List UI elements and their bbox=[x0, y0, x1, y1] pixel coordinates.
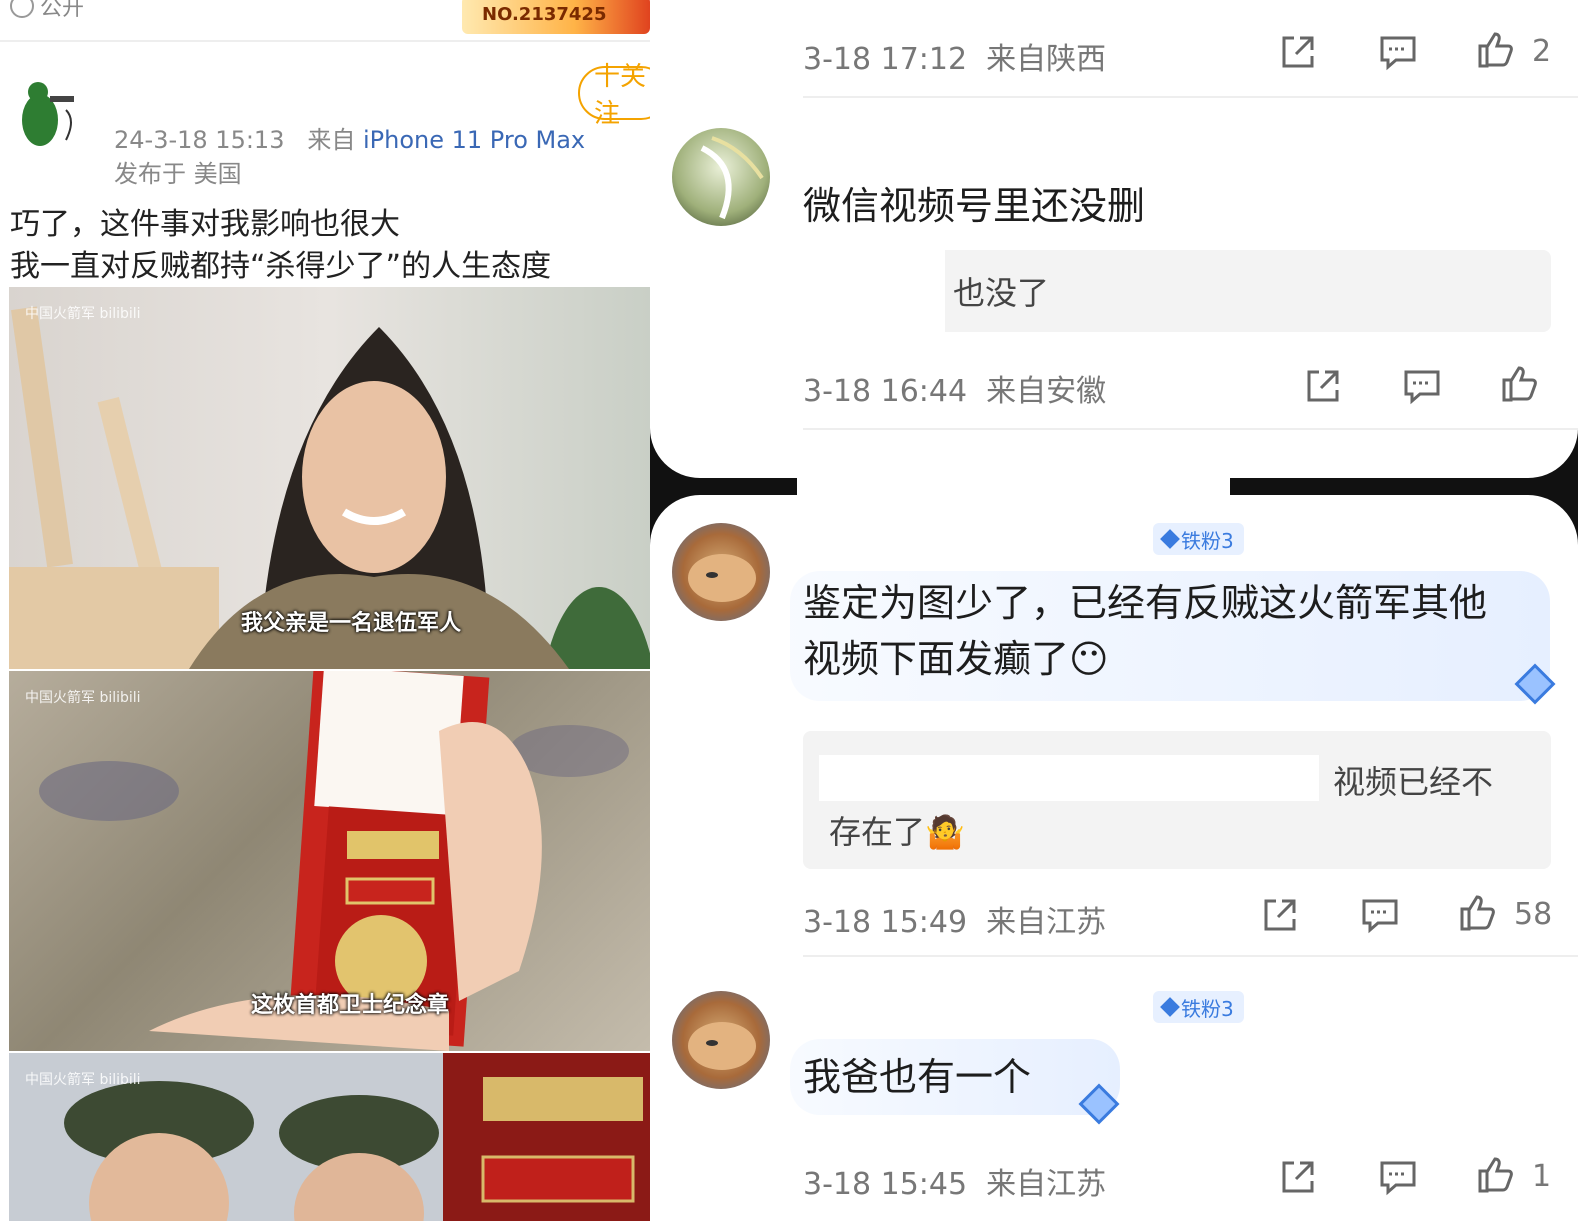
video-watermark: 中国火箭军 bilibili bbox=[25, 306, 141, 322]
comment-time: 3-18 15:45 bbox=[803, 1167, 968, 1202]
weibo-post-panel: 公开 NO.2137425 十关注 24-3-18 15:13 来自 iPhon… bbox=[0, 0, 650, 1221]
video-subtitle: 这枚首都卫士纪念章 bbox=[251, 993, 450, 1018]
post-timestamp: 24-3-18 15:13 bbox=[114, 126, 285, 154]
comment-text: 微信视频号里还没删 bbox=[803, 184, 1146, 228]
diamond-icon bbox=[1160, 529, 1180, 549]
reply-text: 也没了 bbox=[953, 274, 1050, 312]
comment-text-line: 视频下面发癫了😶 bbox=[803, 637, 1109, 681]
comment-icon[interactable] bbox=[1402, 366, 1442, 406]
comment-meta: 3-18 17:12 来自陕西 bbox=[803, 34, 1106, 78]
comment-meta: 3-18 15:49 来自江苏 bbox=[803, 897, 1106, 941]
comment-icon[interactable] bbox=[1360, 895, 1400, 935]
comments-panel-top: 3-18 17:12 来自陕西 2 微信视频号里还没删 也没了 3-18 16:… bbox=[650, 0, 1578, 478]
comment-region: 来自江苏 bbox=[986, 905, 1107, 940]
share-icon[interactable] bbox=[1260, 895, 1300, 935]
panel-gap bbox=[797, 478, 1230, 495]
badge-number: NO.2137425 bbox=[482, 4, 607, 25]
comment-region: 来自安徽 bbox=[986, 374, 1107, 409]
comment-time: 3-18 16:44 bbox=[803, 374, 968, 409]
fan-badge: 铁粉3 bbox=[1153, 991, 1244, 1023]
post-location: 发布于 美国 bbox=[114, 160, 242, 188]
share-icon[interactable] bbox=[1278, 1157, 1318, 1197]
comment-text: 鉴定为图少了，已经有反贼这火箭军其他 视频下面发癫了😶 bbox=[803, 575, 1487, 687]
post-text-line: 我一直对反贼都持“杀得少了”的人生态度 bbox=[10, 249, 552, 284]
comment-region: 来自陕西 bbox=[986, 42, 1107, 77]
divider bbox=[803, 96, 1578, 98]
thumbs-up-icon[interactable] bbox=[1458, 893, 1498, 933]
video-watermark: 中国火箭军 bilibili bbox=[25, 690, 141, 706]
divider bbox=[803, 955, 1578, 957]
share-icon[interactable] bbox=[1278, 32, 1318, 72]
share-icon[interactable] bbox=[1303, 366, 1343, 406]
fan-number-badge[interactable]: NO.2137425 bbox=[462, 0, 650, 34]
fan-badge-label: 铁粉3 bbox=[1181, 528, 1234, 553]
comment-icon[interactable] bbox=[1378, 32, 1418, 72]
video-watermark: 中国火箭军 bilibili bbox=[25, 1072, 141, 1088]
privacy-indicator: 公开 bbox=[10, 0, 84, 22]
post-image[interactable]: 中国火箭军 bilibili bbox=[9, 1053, 650, 1221]
divider bbox=[803, 428, 1578, 430]
privacy-label: 公开 bbox=[40, 0, 85, 21]
diamond-icon bbox=[1160, 997, 1180, 1017]
comment-region: 来自江苏 bbox=[986, 1167, 1107, 1202]
comment-text-line: 鉴定为图少了，已经有反贼这火箭军其他 bbox=[803, 581, 1488, 625]
comment-meta: 3-18 15:45 来自江苏 bbox=[803, 1159, 1106, 1203]
device-link[interactable]: iPhone 11 Pro Max bbox=[363, 126, 585, 154]
comment-time: 3-18 15:49 bbox=[803, 905, 968, 940]
post-image[interactable]: 中国火箭军 bilibili 这枚首都卫士纪念章 bbox=[9, 671, 650, 1051]
from-label: 来自 bbox=[307, 126, 356, 154]
post-text: 巧了，这件事对我影响也很大 我一直对反贼都持“杀得少了”的人生态度 bbox=[10, 204, 551, 288]
like-count: 1 bbox=[1532, 1159, 1552, 1194]
avatar[interactable] bbox=[672, 991, 770, 1089]
thumbs-up-icon[interactable] bbox=[1500, 364, 1540, 404]
comment-meta: 3-18 16:44 来自安徽 bbox=[803, 366, 1106, 410]
post-meta: 24-3-18 15:13 来自 iPhone 11 Pro Max bbox=[114, 120, 585, 155]
divider bbox=[0, 40, 650, 42]
avatar[interactable] bbox=[672, 523, 770, 621]
fan-badge: 铁粉3 bbox=[1153, 523, 1244, 555]
redacted-name bbox=[819, 755, 1319, 801]
redacted-name bbox=[803, 250, 945, 332]
reply-box[interactable]: 视频已经不 存在了🤷 bbox=[803, 731, 1551, 869]
thumbs-up-icon[interactable] bbox=[1476, 30, 1516, 70]
post-text-line: 巧了，这件事对我影响也很大 bbox=[10, 207, 400, 242]
diamond-decoration-icon bbox=[1514, 663, 1556, 705]
reply-text-line: 存在了🤷 bbox=[829, 813, 965, 851]
comment-icon[interactable] bbox=[1378, 1157, 1418, 1197]
thumbs-up-icon[interactable] bbox=[1476, 1155, 1516, 1195]
avatar[interactable] bbox=[10, 70, 90, 150]
like-count: 58 bbox=[1514, 897, 1553, 932]
avatar[interactable] bbox=[672, 128, 770, 226]
globe-icon bbox=[10, 0, 34, 18]
post-image[interactable]: 中国火箭军 bilibili 我父亲是一名退伍军人 bbox=[9, 287, 650, 669]
comment-text: 我爸也有一个 bbox=[803, 1055, 1032, 1099]
like-count: 2 bbox=[1532, 34, 1552, 69]
reply-text-line: 视频已经不 bbox=[1333, 763, 1494, 801]
comments-panel-bottom: 铁粉3 鉴定为图少了，已经有反贼这火箭军其他 视频下面发癫了😶 视频已经不 存在… bbox=[650, 495, 1578, 1221]
comment-time: 3-18 17:12 bbox=[803, 42, 968, 77]
follow-button[interactable]: 十关注 bbox=[578, 62, 650, 129]
fan-badge-label: 铁粉3 bbox=[1181, 996, 1234, 1021]
reply-box[interactable]: 也没了 bbox=[803, 250, 1551, 332]
diamond-decoration-icon bbox=[1078, 1083, 1120, 1125]
video-subtitle: 我父亲是一名退伍军人 bbox=[241, 611, 462, 636]
